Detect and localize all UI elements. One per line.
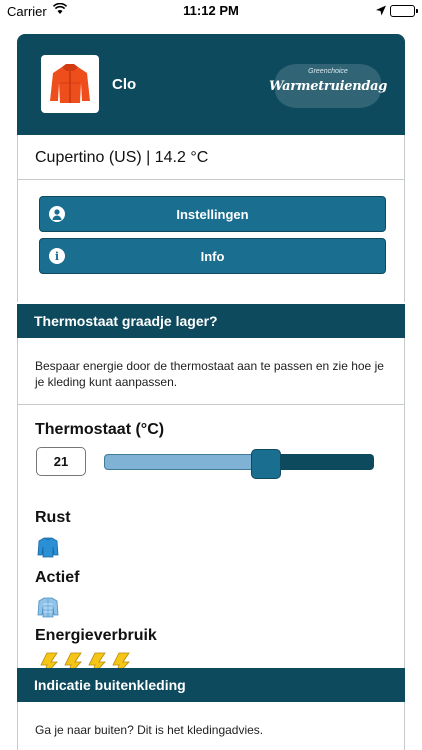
- jacket-icon: [50, 64, 90, 103]
- thermostat-section-header: Thermostaat graadje lager?: [17, 304, 405, 338]
- slider-thumb[interactable]: [251, 449, 281, 479]
- slider-track-filled: [104, 454, 266, 470]
- username: Clo: [112, 76, 137, 93]
- avatar[interactable]: [41, 55, 99, 113]
- outdoor-section-header: Indicatie buitenkleding: [17, 668, 405, 702]
- app-screen: Clo Greenchoice Warmetruiendag Cupertino…: [0, 22, 422, 750]
- sweater-icon: [37, 537, 59, 558]
- shirt-icon: [37, 597, 59, 618]
- action-buttons: Instellingen i Info: [17, 180, 405, 302]
- thermostat-description: Bespaar energie door de thermostaat aan …: [17, 338, 405, 405]
- outdoor-description: Ga je naar buiten? Dit is het kledingadv…: [17, 702, 405, 750]
- clock: 11:12 PM: [183, 3, 239, 18]
- rest-label: Rust: [35, 509, 71, 526]
- settings-button-label: Instellingen: [176, 206, 249, 222]
- location-arrow-icon: [376, 4, 386, 19]
- content-card: Clo Greenchoice Warmetruiendag Cupertino…: [17, 34, 405, 750]
- logo-title: Warmetruiendag: [268, 78, 388, 94]
- location-weather: Cupertino (US) | 14.2 °C: [17, 135, 405, 180]
- slider-track-empty: [266, 454, 374, 470]
- brand-logo: Greenchoice Warmetruiendag: [269, 64, 387, 108]
- settings-button[interactable]: Instellingen: [39, 196, 386, 232]
- info-button-label: Info: [200, 248, 225, 264]
- thermostat-value-field[interactable]: 21: [36, 447, 86, 476]
- info-icon: i: [49, 248, 65, 264]
- thermostat-panel: Thermostaat (°C) 21 Rust Actief Energiev…: [17, 405, 405, 678]
- info-button[interactable]: i Info: [39, 238, 386, 274]
- energy-label: Energieverbruik: [35, 627, 157, 644]
- thermostat-label: Thermostaat (°C): [35, 421, 165, 438]
- active-label: Actief: [35, 569, 80, 586]
- logo-subtitle: Greenchoice: [308, 68, 348, 75]
- user-icon: [49, 206, 65, 222]
- thermostat-slider[interactable]: [104, 449, 374, 479]
- battery-icon: [390, 5, 418, 17]
- status-bar: Carrier 11:12 PM: [0, 0, 422, 22]
- location-text: Cupertino (US) | 14.2 °C: [35, 149, 209, 166]
- app-header: Clo Greenchoice Warmetruiendag: [17, 34, 405, 135]
